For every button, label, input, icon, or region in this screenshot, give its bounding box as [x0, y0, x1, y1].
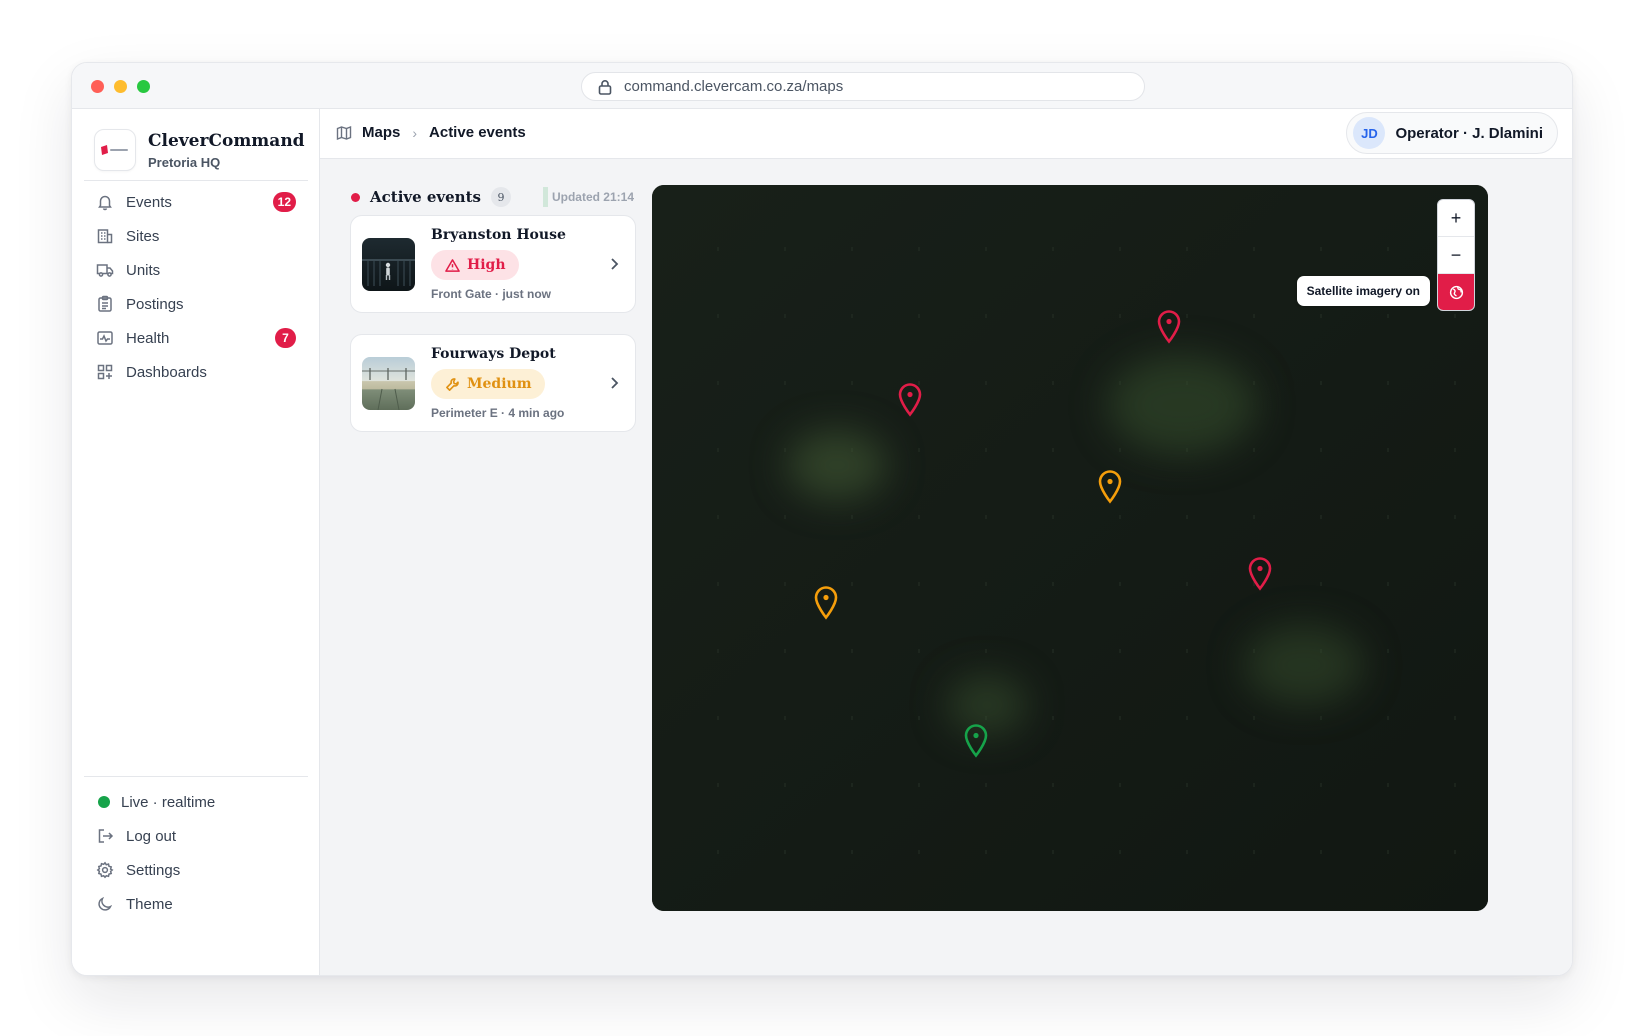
- satellite-tooltip: Satellite imagery on: [1296, 276, 1430, 306]
- camera-thumbnail: [362, 238, 415, 291]
- moon-icon: [96, 895, 114, 913]
- chevron-right-icon: ›: [412, 124, 418, 141]
- terrain-patch: [1107, 355, 1257, 455]
- event-site: Fourways Depot: [431, 346, 556, 362]
- events-panel-title: Active events: [370, 188, 481, 206]
- gear-icon: [96, 861, 114, 879]
- nav-item-units[interactable]: Units: [84, 253, 308, 287]
- truck-icon: [96, 261, 114, 279]
- event-map[interactable]: + − Satellite imagery on: [652, 185, 1488, 911]
- chevron-right-icon: [611, 377, 619, 389]
- terrain-patch: [787, 430, 887, 500]
- minimize-window-button[interactable]: [114, 80, 127, 93]
- event-meta: Front Gate · just now: [431, 287, 551, 301]
- chevron-right-icon: [611, 258, 619, 270]
- breadcrumb-active-events: Active events: [429, 124, 526, 141]
- severity-label: Medium: [467, 376, 532, 392]
- map-pin-ok[interactable]: [962, 723, 990, 759]
- browser-window: command.clevercam.co.za/maps CleverComma…: [71, 62, 1573, 976]
- main-content: Active events 9 Updated 21:14 Bryanston …: [320, 159, 1572, 975]
- brand-site: Pretoria HQ: [148, 154, 221, 170]
- url-text: command.clevercam.co.za/maps: [624, 78, 844, 95]
- bell-icon: [96, 193, 114, 211]
- event-card[interactable]: Fourways Depot Medium Perimeter E · 4 mi…: [350, 334, 636, 432]
- nav-label: Sites: [126, 227, 160, 245]
- live-status-label: Live · realtime: [121, 793, 216, 811]
- divider: [84, 776, 308, 777]
- title-bar: command.clevercam.co.za/maps: [72, 63, 1572, 109]
- logout-icon: [96, 827, 114, 845]
- globe-icon: [1449, 285, 1463, 299]
- close-window-button[interactable]: [91, 80, 104, 93]
- nav-label: Health: [126, 329, 170, 347]
- nav-item-dashboards[interactable]: Dashboards: [84, 355, 308, 389]
- theme-toggle[interactable]: Theme: [84, 887, 308, 921]
- health-count-badge: 7: [275, 328, 296, 348]
- map-pin-medium[interactable]: [1096, 469, 1124, 505]
- nav-item-postings[interactable]: Postings: [84, 287, 308, 321]
- zoom-in-button[interactable]: +: [1438, 200, 1474, 237]
- nav-label: Units: [126, 261, 161, 279]
- map-pin-medium[interactable]: [812, 585, 840, 621]
- main-nav: Events 12 Sites Units Postings Health 7: [84, 185, 308, 389]
- divider: [84, 180, 308, 181]
- event-site: Bryanston House: [431, 227, 566, 243]
- map-pin-high[interactable]: [1246, 556, 1274, 592]
- brand[interactable]: CleverCommand Pretoria HQ: [94, 129, 305, 171]
- clipboard-icon: [96, 295, 114, 313]
- logout-label: Log out: [126, 827, 177, 845]
- updated-timestamp: Updated 21:14: [542, 187, 634, 207]
- footer-nav: Live · realtime Log out Settings Theme: [84, 785, 308, 921]
- brand-name: CleverCommand: [148, 130, 305, 151]
- map-pin-high[interactable]: [896, 382, 924, 418]
- building-icon: [96, 227, 114, 245]
- theme-label: Theme: [126, 895, 173, 913]
- live-status: Live · realtime: [84, 785, 308, 819]
- severity-label: High: [467, 257, 506, 273]
- avatar: JD: [1353, 117, 1386, 149]
- sidebar: CleverCommand Pretoria HQ Events 12 Site…: [72, 109, 320, 975]
- nav-item-events[interactable]: Events 12: [84, 185, 308, 219]
- events-count: 9: [490, 187, 511, 207]
- settings-label: Settings: [126, 861, 181, 879]
- lock-icon: [598, 79, 612, 95]
- top-bar: Maps › Active events JD Operator · J. Dl…: [320, 109, 1572, 159]
- address-bar[interactable]: command.clevercam.co.za/maps: [581, 72, 1145, 101]
- alert-dot: [351, 192, 360, 202]
- nav-item-health[interactable]: Health 7: [84, 321, 308, 355]
- user-menu[interactable]: JD Operator · J. Dlamini: [1346, 112, 1558, 154]
- map-pin-high[interactable]: [1155, 309, 1183, 345]
- user-name: Operator · J. Dlamini: [1395, 124, 1543, 142]
- live-indicator-dot: [98, 796, 110, 808]
- brand-logo: [94, 129, 136, 171]
- severity-badge-high: High: [431, 250, 519, 280]
- zoom-out-button[interactable]: −: [1438, 237, 1474, 274]
- nav-label: Dashboards: [126, 363, 207, 381]
- map-icon: [336, 125, 352, 141]
- satellite-toggle-button[interactable]: [1438, 274, 1474, 310]
- nav-item-sites[interactable]: Sites: [84, 219, 308, 253]
- breadcrumb-maps[interactable]: Maps: [362, 124, 400, 141]
- severity-badge-medium: Medium: [431, 369, 545, 399]
- maximize-window-button[interactable]: [137, 80, 150, 93]
- logout-button[interactable]: Log out: [84, 819, 308, 853]
- pulse-icon: [96, 329, 114, 347]
- nav-label: Postings: [126, 295, 184, 313]
- terrain-patch: [1244, 625, 1364, 705]
- wrench-icon: [446, 377, 459, 391]
- events-count-badge: 12: [272, 192, 296, 212]
- event-meta: Perimeter E · 4 min ago: [431, 406, 565, 420]
- grid-icon: [96, 363, 114, 381]
- event-card[interactable]: Bryanston House High Front Gate · just n…: [350, 215, 636, 313]
- warning-triangle-icon: [445, 258, 460, 272]
- camera-thumbnail: [362, 357, 415, 410]
- settings-button[interactable]: Settings: [84, 853, 308, 887]
- map-controls: + −: [1437, 199, 1475, 311]
- breadcrumb: Maps › Active events: [336, 124, 526, 141]
- events-panel-header: Active events 9 Updated 21:14: [351, 185, 634, 209]
- nav-label: Events: [126, 193, 172, 211]
